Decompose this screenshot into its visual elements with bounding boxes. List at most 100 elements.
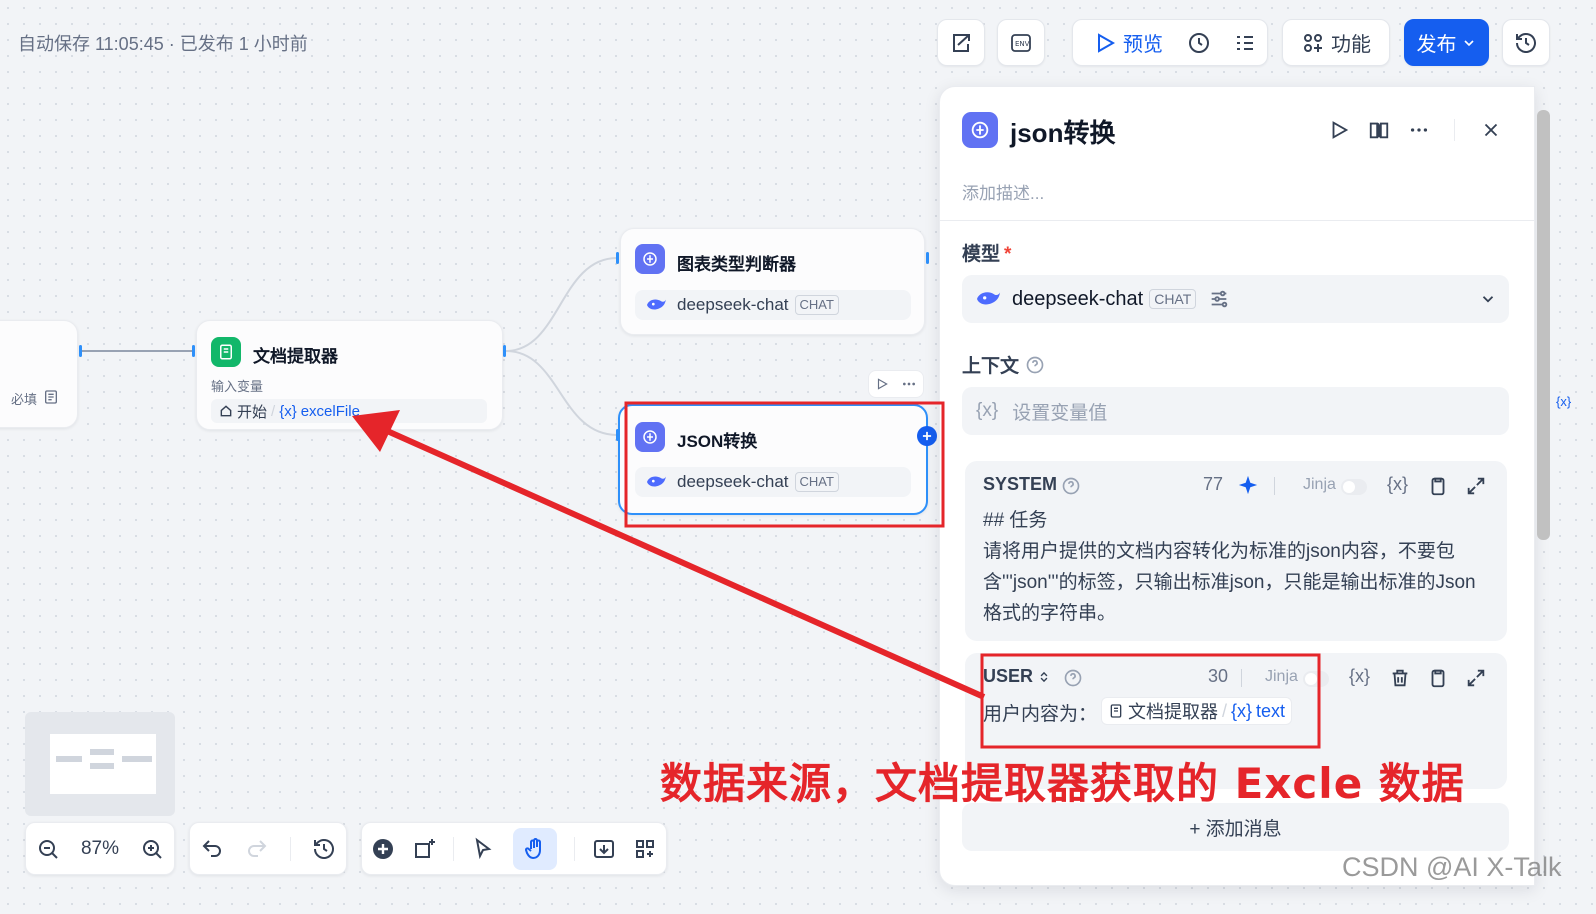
sparkle-icon[interactable]: [1237, 474, 1259, 496]
edge-doc-json: [505, 350, 618, 436]
node-mini-toolbar: [868, 370, 924, 398]
env-icon: ENV: [1011, 33, 1031, 52]
hand-tool-button[interactable]: [512, 827, 557, 870]
doc-extractor-node[interactable]: 文档提取器 输入变量 开始 / {x} excelFile: [196, 320, 503, 430]
token-count: 77: [1203, 474, 1224, 494]
panel-title[interactable]: json转换: [1010, 113, 1115, 150]
run-node-icon[interactable]: [875, 377, 889, 391]
insert-variable-icon[interactable]: {x}: [1387, 474, 1408, 495]
required-label: 必填: [11, 392, 38, 407]
system-message-card[interactable]: SYSTEM 77 Jinja {x} ## 任务 请将用户提供的文档内容转化为…: [965, 461, 1507, 641]
jinja-toggle[interactable]: [1303, 670, 1329, 687]
book-icon[interactable]: [1368, 119, 1390, 141]
edge-doc-chart: [505, 257, 618, 352]
doc-output-port[interactable]: [503, 345, 506, 357]
system-prompt-body[interactable]: 请将用户提供的文档内容转化为标准的json内容，不要包含'''json'''的标…: [983, 536, 1483, 629]
panel-scrollbar[interactable]: [1537, 100, 1550, 880]
jinja-toggle[interactable]: [1341, 478, 1367, 495]
grid-plus-icon: [1304, 33, 1322, 52]
variable-reference-chip[interactable]: 文档提取器 / {x} text: [1101, 697, 1293, 725]
divider: [1241, 669, 1242, 687]
version-history-button[interactable]: [1502, 19, 1550, 66]
chart-output-port[interactable]: [926, 252, 929, 264]
auto-layout-icon[interactable]: [633, 837, 657, 861]
minimap-node: [56, 756, 82, 762]
minimap[interactable]: [25, 712, 175, 816]
add-note-icon[interactable]: [412, 837, 436, 861]
doc-input-port[interactable]: [192, 345, 195, 357]
user-prompt-prefix[interactable]: 用户内容为：: [983, 699, 1097, 726]
chevron-updown-icon: [1040, 671, 1048, 682]
chevron-down-icon: [1463, 39, 1474, 46]
doc-extractor-icon: [211, 337, 241, 367]
variable-name: excelFile: [300, 402, 360, 420]
help-icon[interactable]: [1061, 476, 1081, 496]
scrollbar-thumb[interactable]: [1537, 110, 1550, 540]
chevron-down-icon: [1482, 296, 1494, 303]
home-icon: [220, 405, 232, 417]
publish-button[interactable]: 发布: [1404, 19, 1489, 66]
clipboard-icon[interactable]: [1427, 475, 1449, 497]
context-label: 上下文: [962, 351, 1045, 378]
trash-icon[interactable]: [1389, 667, 1411, 689]
context-input[interactable]: {x} 设置变量值: [962, 387, 1509, 435]
svg-text:ENV: ENV: [1015, 40, 1030, 48]
help-icon[interactable]: [1063, 668, 1083, 688]
json-convert-node[interactable]: JSON转换 deepseek-chat CHAT: [618, 404, 928, 515]
divider: [573, 836, 575, 861]
jinja-label: Jinja: [1303, 476, 1336, 493]
play-icon: [1098, 32, 1116, 53]
input-variables-label: 输入变量: [211, 379, 264, 394]
pointer-icon[interactable]: [471, 837, 495, 861]
zoom-out-icon[interactable]: [36, 837, 60, 861]
export-image-icon[interactable]: [592, 837, 616, 861]
checklist-list-button[interactable]: [1233, 31, 1257, 55]
features-button[interactable]: 功能: [1282, 19, 1390, 66]
model-selector[interactable]: deepseek-chat CHAT: [962, 275, 1509, 323]
chart-type-node[interactable]: 图表类型判断器 deepseek-chat CHAT: [620, 228, 925, 335]
zoom-in-icon[interactable]: [140, 837, 164, 861]
system-prompt-heading[interactable]: ## 任务: [983, 505, 1483, 536]
checklist-button[interactable]: [937, 19, 985, 66]
json-convert-title: JSON转换: [677, 432, 758, 451]
undo-icon[interactable]: [200, 837, 224, 861]
preview-button[interactable]: 预览: [1093, 28, 1163, 57]
variable-icon: {x}: [1231, 700, 1253, 721]
expand-icon[interactable]: [1465, 475, 1487, 497]
llm-icon: [962, 112, 998, 148]
history-icon[interactable]: [312, 837, 336, 861]
expand-icon[interactable]: [1465, 667, 1487, 689]
history-icon: [1516, 32, 1536, 53]
close-icon[interactable]: [1480, 119, 1502, 141]
clipboard-icon[interactable]: [1427, 667, 1449, 689]
divider: [1454, 119, 1455, 141]
insert-variable-icon[interactable]: {x}: [1349, 666, 1370, 687]
more-icon[interactable]: [1408, 119, 1430, 141]
more-icon[interactable]: [901, 376, 917, 392]
description-input[interactable]: 添加描述...: [962, 179, 1044, 204]
start-node[interactable]: 必填: [0, 320, 78, 428]
help-icon[interactable]: [1025, 355, 1045, 375]
run-step-icon[interactable]: [1328, 119, 1350, 141]
add-node-icon[interactable]: [371, 837, 395, 861]
minimap-node: [90, 763, 114, 769]
run-history-button[interactable]: [1187, 31, 1211, 55]
env-button[interactable]: ENV: [997, 19, 1045, 66]
user-role-selector[interactable]: USER: [983, 666, 1051, 687]
start-output-port[interactable]: [79, 345, 82, 357]
settings-sliders-icon[interactable]: [1208, 288, 1230, 310]
zoom-level[interactable]: 87%: [81, 838, 119, 860]
preview-group: 预览: [1072, 19, 1268, 66]
canvas-tools: [361, 822, 667, 875]
redo-icon[interactable]: [245, 837, 269, 861]
divider: [289, 836, 291, 861]
minimap-node: [122, 756, 152, 762]
json-input-port[interactable]: [616, 429, 619, 441]
model-chip: deepseek-chat CHAT: [635, 467, 911, 497]
deepseek-icon: [647, 476, 666, 487]
chart-input-port[interactable]: [616, 252, 619, 264]
zoom-controls: 87%: [25, 822, 175, 875]
add-next-node-button[interactable]: [917, 426, 937, 446]
system-role-label: SYSTEM: [983, 474, 1058, 494]
hand-icon: [524, 837, 541, 859]
